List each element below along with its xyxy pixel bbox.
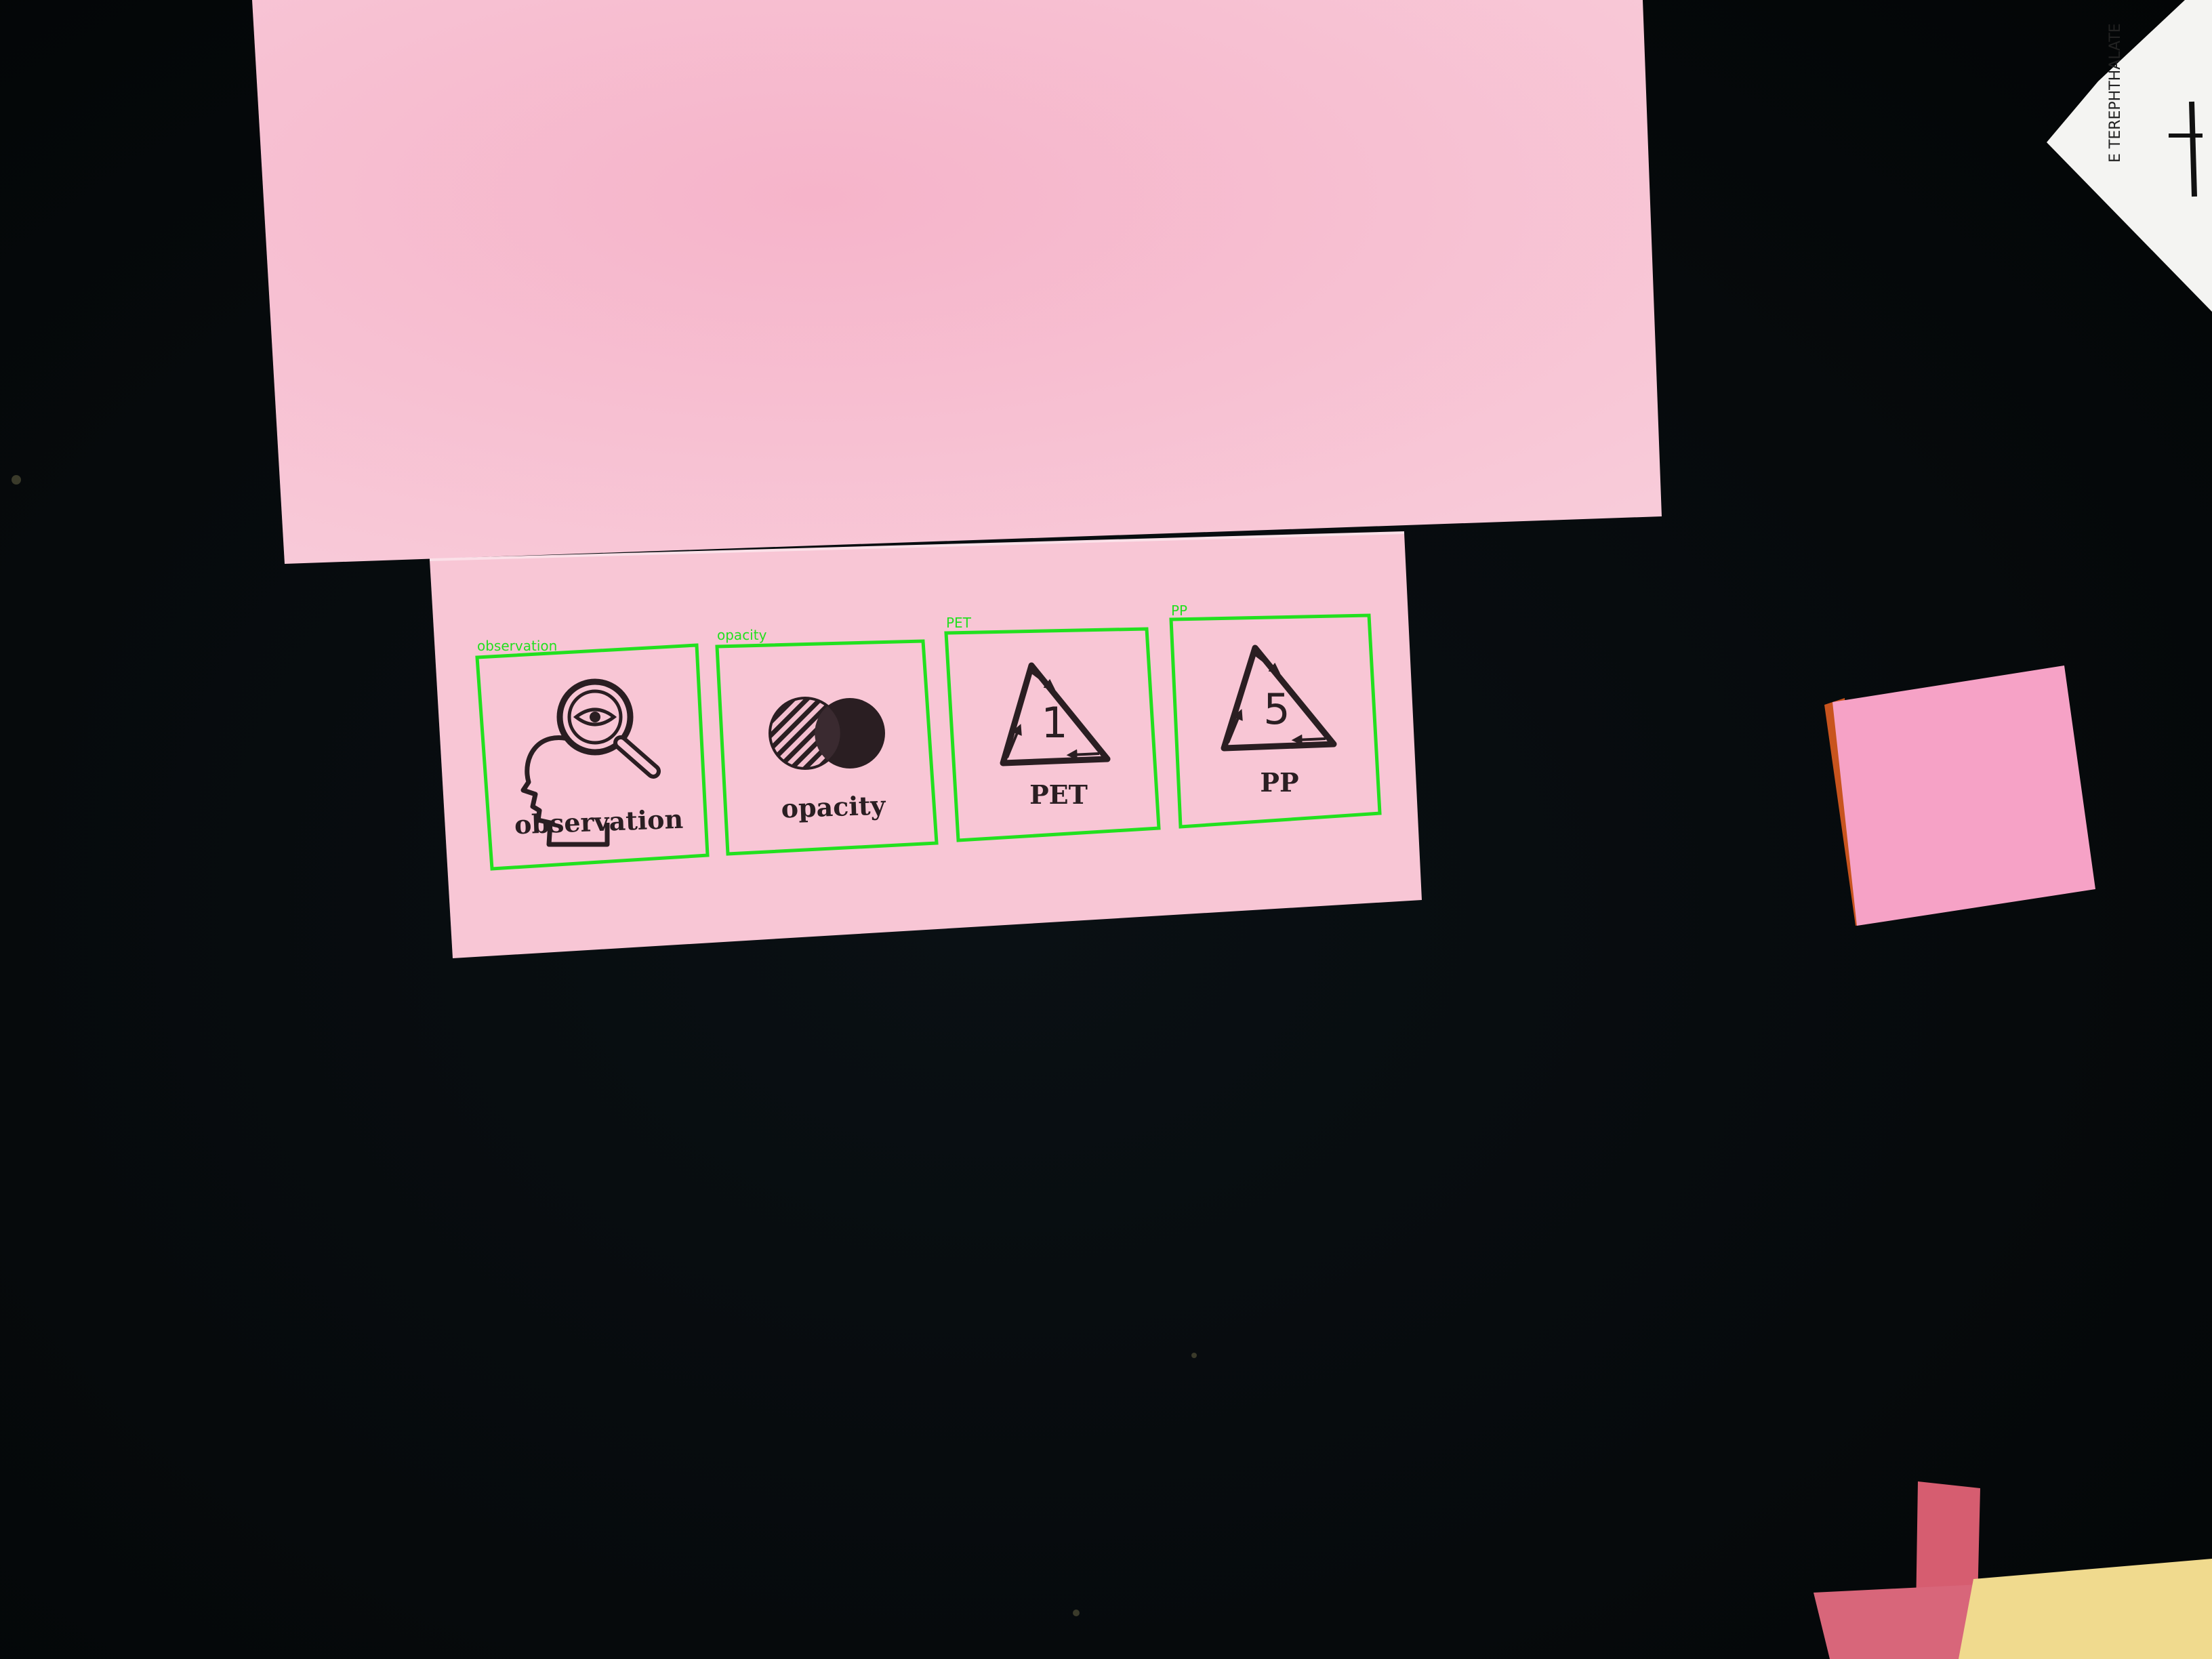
observation-detection-label: observation [477,638,557,654]
pink-paper-sheet [252,0,1662,564]
pp-caption: PP [1260,767,1298,798]
pet-detection-label: PET [946,615,972,631]
pet-caption: PET [1029,779,1088,810]
opacity-detection-label: opacity [717,627,767,643]
pp-code-number: 5 [1263,684,1290,734]
masking-tape [1814,1481,1980,1659]
observation-caption: observation [514,804,684,840]
opacity-caption: opacity [781,790,886,823]
pp-detection-label: PP [1171,602,1187,619]
opacity-icon [769,697,885,770]
photo-scene: observation opacity 1 PET 5 PP observati… [12,0,2212,1659]
pet-code-number: 1 [1041,698,1067,747]
corner-document: E TEREPHTHALATE [2047,0,2212,312]
yellow-sticky-note [1959,1559,2212,1659]
corner-document-text: E TEREPHTHALATE [2107,23,2124,163]
sticky-note-pad [1824,665,2095,926]
